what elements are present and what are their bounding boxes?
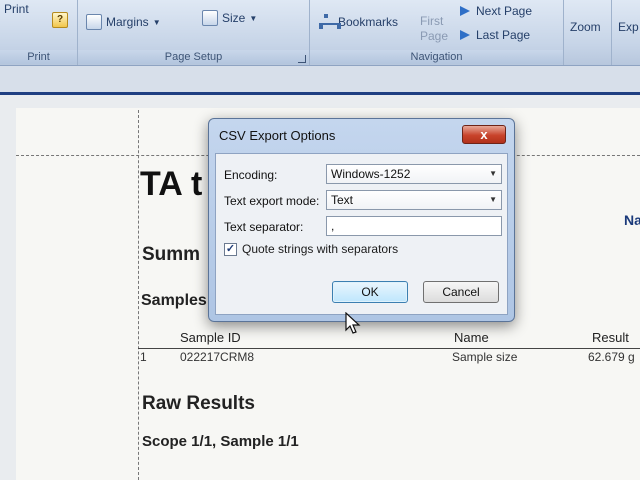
summary-heading: Summ: [142, 244, 201, 265]
bookmarks-button[interactable]: Bookmarks: [318, 14, 398, 30]
dialog-body: Encoding: Windows-1252 ▼ Text export mod…: [215, 153, 508, 315]
margins-icon: [86, 14, 102, 30]
text-separator-label: Text separator:: [224, 220, 304, 234]
dialog-title: CSV Export Options: [219, 128, 336, 143]
margins-label: Margins: [106, 15, 149, 29]
zoom-group: Zoom: [564, 0, 612, 65]
scope-heading: Scope 1/1, Sample 1/1: [142, 433, 299, 450]
next-page-button[interactable]: Next Page: [458, 4, 532, 18]
export-group: Exp: [612, 0, 640, 65]
quote-strings-label: Quote strings with separators: [242, 242, 399, 256]
chevron-down-icon: ▼: [489, 169, 497, 178]
encoding-select[interactable]: Windows-1252 ▼: [326, 164, 502, 184]
size-icon: [202, 10, 218, 26]
company-logo: Na: [624, 212, 640, 228]
margin-guide-vertical: [138, 110, 139, 480]
first-page-button[interactable]: First Page: [420, 14, 454, 44]
report-title: TA t: [140, 165, 203, 203]
last-page-arrow-icon: [458, 29, 472, 41]
table-row-index: 1: [140, 350, 147, 364]
margins-button[interactable]: Margins ▼: [86, 14, 161, 30]
size-label: Size: [222, 11, 246, 25]
print-button[interactable]: Print: [4, 2, 29, 16]
ok-button[interactable]: OK: [332, 281, 408, 303]
chevron-down-icon: ▼: [152, 17, 161, 27]
quote-strings-checkbox[interactable]: ✓: [224, 242, 237, 256]
export-button[interactable]: Exp: [618, 20, 639, 34]
cancel-button[interactable]: Cancel: [423, 281, 499, 303]
last-page-button[interactable]: Last Page: [458, 28, 530, 42]
text-export-mode-label: Text export mode:: [224, 194, 320, 208]
table-row-name: Sample size: [452, 350, 518, 364]
close-button[interactable]: x: [462, 125, 506, 144]
last-page-label: Last Page: [476, 28, 531, 42]
mouse-pointer-icon: [345, 312, 361, 334]
raw-results-heading: Raw Results: [142, 393, 255, 414]
help-icon[interactable]: ?: [52, 12, 68, 28]
export-label: Exp: [618, 20, 639, 34]
chevron-down-icon: ▼: [489, 195, 497, 204]
samples-heading: Samples: [141, 292, 207, 309]
table-header-rule: [138, 348, 640, 349]
next-page-label: Next Page: [476, 4, 533, 18]
zoom-button[interactable]: Zoom: [570, 20, 601, 34]
column-header-name: Name: [454, 330, 489, 345]
text-export-mode-value: Text: [331, 193, 354, 207]
ribbon: Print ? Print Margins ▼ Size ▼ Page Setu…: [0, 0, 640, 66]
print-group: Print ? Print: [0, 0, 78, 65]
column-header-result: Result: [592, 330, 629, 345]
table-row-result: 62.679 g: [588, 350, 635, 364]
logo-text: Na: [624, 212, 640, 228]
navigation-group: Bookmarks First Page Next Page Last Page…: [310, 0, 564, 65]
print-group-label: Print: [0, 50, 77, 64]
size-button[interactable]: Size ▼: [202, 10, 257, 26]
next-page-arrow-icon: [458, 5, 472, 17]
encoding-label: Encoding:: [224, 168, 278, 182]
dialog-launcher-icon[interactable]: [298, 55, 306, 63]
bookmarks-label: Bookmarks: [338, 15, 399, 29]
quote-strings-option[interactable]: ✓ Quote strings with separators: [224, 242, 398, 256]
bookmarks-icon: [318, 14, 341, 30]
print-button-label: Print: [4, 2, 29, 16]
navigation-group-label: Navigation: [310, 50, 563, 64]
first-page-label: First Page: [420, 14, 449, 43]
column-header-sample-id: Sample ID: [180, 330, 241, 345]
page-setup-group-label: Page Setup: [78, 50, 309, 64]
encoding-value: Windows-1252: [331, 167, 411, 181]
text-separator-input[interactable]: [326, 216, 502, 236]
table-row-sample-id: 022217CRM8: [180, 350, 255, 364]
text-export-mode-select[interactable]: Text ▼: [326, 190, 502, 210]
csv-export-dialog: CSV Export Options x Encoding: Windows-1…: [208, 118, 515, 322]
chevron-down-icon: ▼: [249, 13, 258, 23]
page-setup-group: Margins ▼ Size ▼ Page Setup: [78, 0, 310, 65]
zoom-label: Zoom: [570, 20, 601, 34]
